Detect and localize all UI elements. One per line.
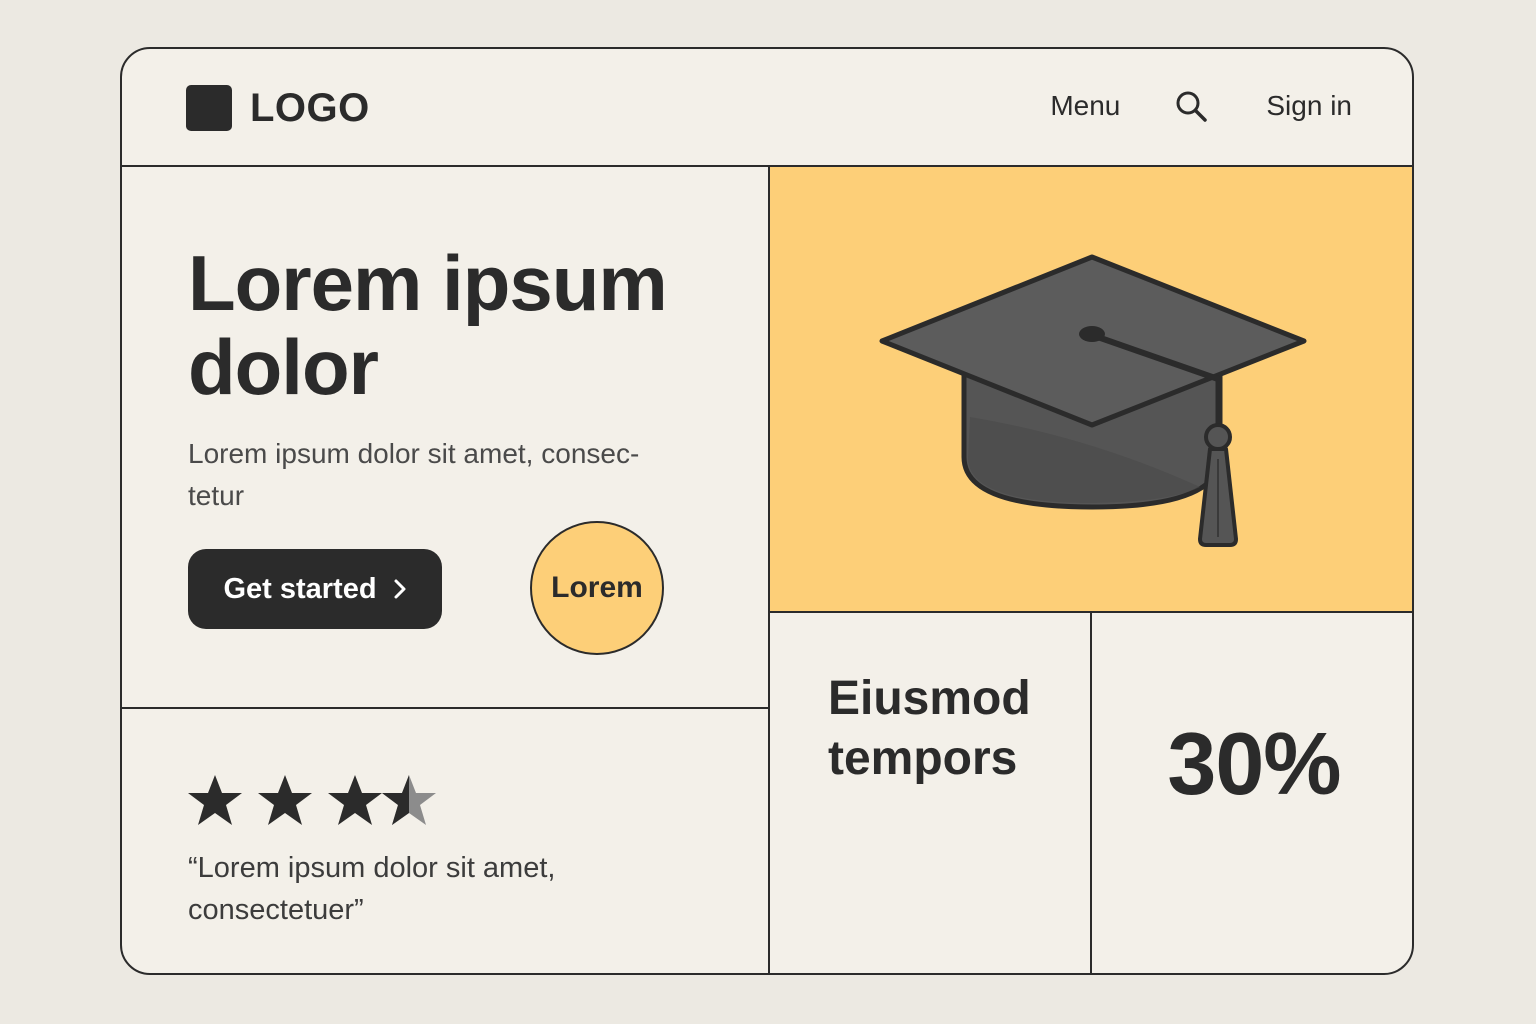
search-icon[interactable] [1174,89,1208,123]
hero-subtitle: Lorem ipsum dolor sit amet, consec-tetur [188,438,640,511]
star-half-icon [382,775,436,825]
hero-image-panel [770,167,1412,611]
get-started-label: Get started [223,572,377,605]
chevron-right-icon [393,578,407,600]
hero-title: Lorem ipsum dolor [188,239,668,411]
stat-label: Eiusmod tempors [828,672,1031,785]
stat-value-panel: 30% [1092,613,1412,973]
header: LOGO Menu Sign in [122,49,1412,167]
star-full-icon [258,775,312,825]
nav-bar: Menu Sign in [1050,89,1352,123]
review-panel: “Lorem ipsum dolor sit amet, consectetue… [122,709,768,973]
logo[interactable]: LOGO [186,85,370,131]
star-rating [186,773,438,827]
graduation-cap-icon [879,254,1307,547]
hero-panel: Lorem ipsum dolor Lorem ipsum dolor sit … [122,167,768,707]
star-full-icon [188,775,242,825]
sign-in-link[interactable]: Sign in [1266,90,1352,122]
stat-value: 30% [1167,714,1341,813]
logo-text: LOGO [250,85,370,130]
logo-mark [186,85,232,131]
menu-link[interactable]: Menu [1050,90,1120,122]
stat-label-panel: Eiusmod tempors [770,613,1090,973]
review-quote: “Lorem ipsum dolor sit amet, consectetue… [188,852,556,926]
star-full-icon [328,775,382,825]
lorem-circle-button[interactable]: Lorem [530,521,664,655]
page-frame: LOGO Menu Sign in Lorem ipsum dolor Lore… [120,47,1414,975]
get-started-button[interactable]: Get started [188,549,442,629]
